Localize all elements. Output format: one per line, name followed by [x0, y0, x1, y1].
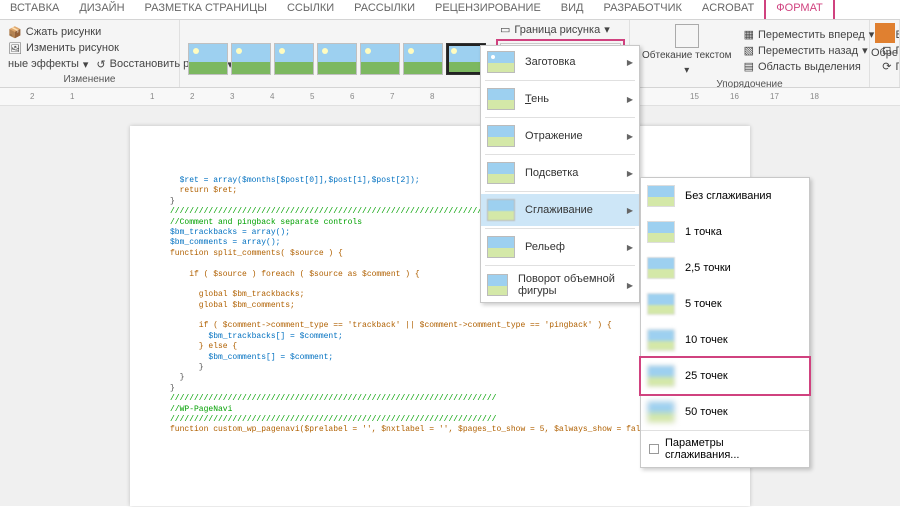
selection-icon: ▤: [744, 60, 754, 73]
picture-border-button[interactable]: ▭Граница рисунка▾: [496, 22, 625, 37]
thumb-icon: [647, 221, 675, 243]
soft-options-item[interactable]: Параметры сглаживания...: [641, 430, 809, 467]
effects-preset-item[interactable]: Заготовка▶: [481, 46, 639, 78]
crop-button[interactable]: Обре: [874, 22, 895, 60]
soft-edges-submenu: Без сглаживания 1 точка 2,5 точки 5 точе…: [640, 177, 810, 468]
submenu-arrow-icon: ▶: [627, 95, 633, 104]
soft-1pt-item[interactable]: 1 точка: [641, 214, 809, 250]
style-preset[interactable]: [317, 43, 357, 75]
tab-view[interactable]: ВИД: [551, 0, 594, 19]
dropdown-icon: ▾: [83, 58, 89, 71]
tab-design[interactable]: ДИЗАЙН: [69, 0, 134, 19]
bevel-icon: [487, 236, 515, 258]
reflection-icon: [487, 125, 515, 147]
code-line: }: [170, 384, 710, 394]
shadow-icon: [487, 88, 515, 110]
code-line: $bm_comments[] = $comment;: [170, 353, 710, 363]
submenu-arrow-icon: ▶: [627, 132, 633, 141]
border-icon: ▭: [500, 23, 510, 36]
horizontal-ruler: 2 1 1 2 3 4 5 6 7 8 15 16 17 18: [0, 88, 900, 106]
picture-effects-menu: Заготовка▶ ТТеньень▶ Отражение▶ Подсветк…: [480, 45, 640, 303]
change-icon: 🖼: [8, 42, 22, 55]
tab-developer[interactable]: РАЗРАБОТЧИК: [594, 0, 692, 19]
tab-acrobat[interactable]: ACROBAT: [692, 0, 764, 19]
code-line: if ( $comment->comment_type == 'trackbac…: [170, 321, 710, 331]
submenu-arrow-icon: ▶: [627, 206, 633, 215]
code-line: function custom_wp_pagenavi($prelabel = …: [170, 425, 710, 435]
tab-references[interactable]: ССЫЛКИ: [277, 0, 344, 19]
tab-review[interactable]: РЕЦЕНЗИРОВАНИЕ: [425, 0, 551, 19]
tab-insert[interactable]: ВСТАВКА: [0, 0, 69, 19]
thumb-icon: [647, 329, 675, 351]
wrap-text-icon: [675, 24, 699, 48]
submenu-arrow-icon: ▶: [627, 169, 633, 178]
wrap-text-button[interactable]: Обтекание текстом▾: [638, 49, 736, 77]
effects-shadow-item[interactable]: ТТеньень▶: [481, 83, 639, 115]
picture-styles-gallery[interactable]: [184, 22, 490, 95]
thumb-icon: [647, 293, 675, 315]
compress-icon: 📦: [8, 26, 22, 39]
crop-icon: [875, 23, 895, 43]
soft-none-item[interactable]: Без сглаживания: [641, 178, 809, 214]
code-line: ////////////////////////////////////////…: [170, 394, 710, 404]
checkbox-icon: [649, 444, 659, 454]
tab-format[interactable]: ФОРМАТ: [764, 0, 835, 19]
artistic-effects-button[interactable]: ные эффекты▾: [4, 57, 92, 72]
style-preset[interactable]: [231, 43, 271, 75]
soft-2pt-item[interactable]: 2,5 точки: [641, 250, 809, 286]
soft-icon: [487, 199, 515, 221]
preset-icon: [487, 51, 515, 73]
glow-icon: [487, 162, 515, 184]
effects-reflection-item[interactable]: Отражение▶: [481, 120, 639, 152]
code-line: $bm_trackbacks[] = $comment;: [170, 332, 710, 342]
rotation-icon: [487, 274, 508, 296]
ribbon-tabs: ВСТАВКА ДИЗАЙН РАЗМЕТКА СТРАНИЦЫ ССЫЛКИ …: [0, 0, 900, 20]
style-preset[interactable]: [360, 43, 400, 75]
effects-softedges-item[interactable]: Сглаживание▶: [481, 194, 639, 226]
soft-10pt-item[interactable]: 10 точек: [641, 322, 809, 358]
submenu-arrow-icon: ▶: [627, 281, 633, 290]
bring-forward-button[interactable]: ▦Переместить вперед▾: [740, 27, 879, 42]
effects-3drotation-item[interactable]: Поворот объемной фигуры▶: [481, 268, 639, 302]
thumb-icon: [647, 365, 675, 387]
submenu-arrow-icon: ▶: [627, 58, 633, 67]
soft-25pt-item[interactable]: 25 точек: [639, 356, 811, 396]
soft-50pt-item[interactable]: 50 точек: [641, 394, 809, 430]
backward-icon: ▧: [744, 44, 754, 57]
send-backward-button[interactable]: ▧Переместить назад▾: [740, 43, 879, 58]
soft-5pt-item[interactable]: 5 точек: [641, 286, 809, 322]
effects-bevel-item[interactable]: Рельеф▶: [481, 231, 639, 263]
style-preset[interactable]: [403, 43, 443, 75]
group-label-change: Изменение: [4, 74, 175, 85]
thumb-icon: [647, 185, 675, 207]
code-line: ////////////////////////////////////////…: [170, 415, 710, 425]
tab-mailings[interactable]: РАССЫЛКИ: [344, 0, 425, 19]
effects-glow-item[interactable]: Подсветка▶: [481, 157, 639, 189]
ribbon: 📦Сжать рисунки 🖼Изменить рисунок ные эфф…: [0, 20, 900, 88]
style-preset[interactable]: [188, 43, 228, 75]
thumb-icon: [647, 257, 675, 279]
code-line: }: [170, 373, 710, 383]
code-line: } else {: [170, 342, 710, 352]
code-line: //WP-PageNavi: [170, 405, 710, 415]
thumb-icon: [647, 401, 675, 423]
selection-pane-button[interactable]: ▤Область выделения: [740, 59, 879, 74]
style-preset[interactable]: [274, 43, 314, 75]
forward-icon: ▦: [744, 28, 754, 41]
tab-layout[interactable]: РАЗМЕТКА СТРАНИЦЫ: [135, 0, 277, 19]
submenu-arrow-icon: ▶: [627, 243, 633, 252]
code-line: }: [170, 363, 710, 373]
reset-icon: ↺: [96, 58, 105, 71]
